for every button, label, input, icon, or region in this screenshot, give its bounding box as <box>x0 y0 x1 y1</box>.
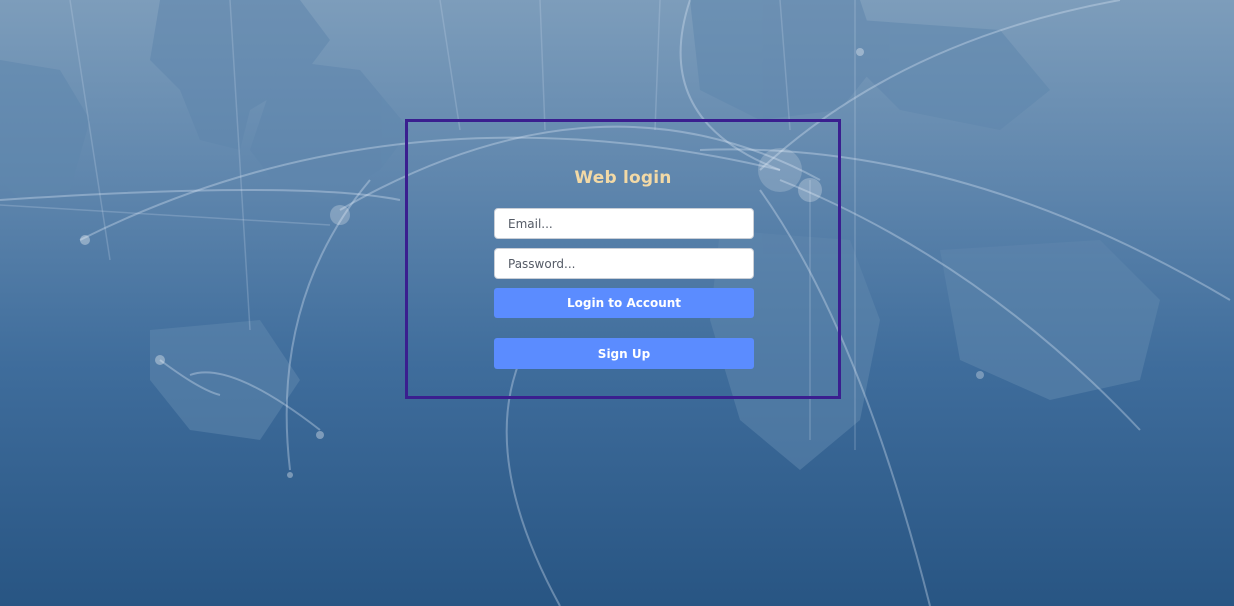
signup-button[interactable]: Sign Up <box>494 338 754 369</box>
login-panel: Web login Login to Account Sign Up <box>405 119 841 399</box>
login-button[interactable]: Login to Account <box>494 288 754 318</box>
email-field[interactable] <box>494 208 754 239</box>
password-field[interactable] <box>494 248 754 279</box>
login-title: Web login <box>574 168 672 188</box>
